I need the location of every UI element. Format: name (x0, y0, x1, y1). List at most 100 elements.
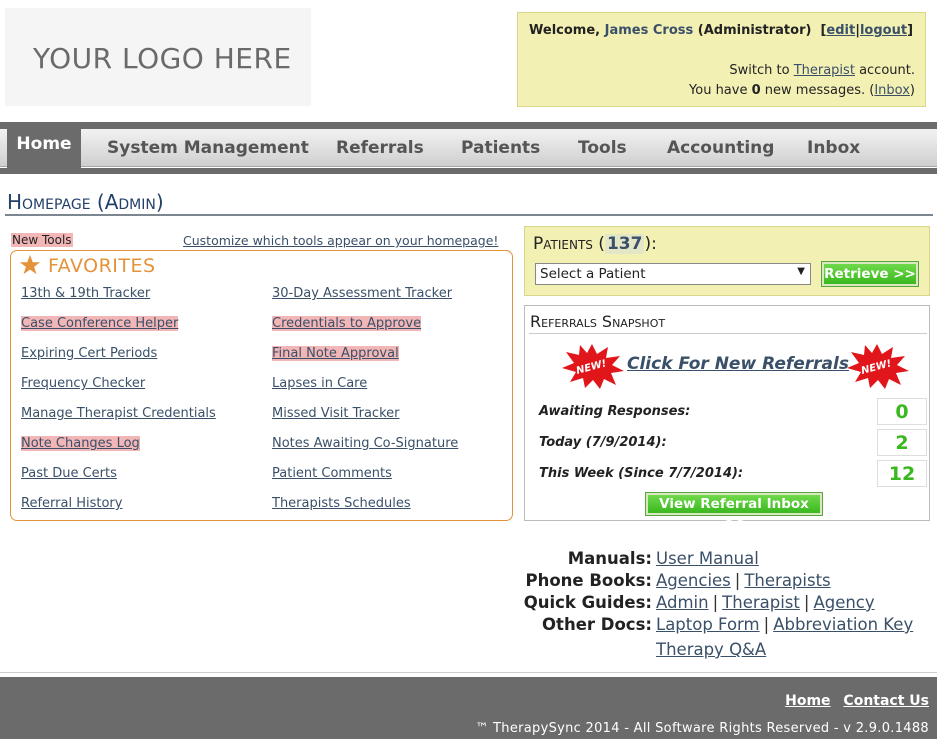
abbreviation-key-link[interactable]: Abbreviation Key (773, 615, 913, 634)
star-icon (19, 254, 41, 275)
manuals-label: Manuals: (567, 549, 652, 568)
phone-books-label: Phone Books: (525, 571, 653, 590)
footer-contact-link[interactable]: Contact Us (843, 693, 929, 709)
tool-link[interactable]: Note Changes Log (21, 436, 140, 451)
nav-inbox[interactable]: Inbox (807, 138, 860, 158)
referral-row-label: This Week (Since 7/7/2014): (539, 466, 744, 481)
favorites-panel: FAVORITES 13th & 19th Tracker Case Confe… (10, 250, 513, 521)
logout-link[interactable]: logout (860, 23, 907, 38)
link-separator: | (803, 593, 810, 612)
quick-guides-links: Admin | Therapist | Agency (656, 593, 875, 612)
therapist-guide-link[interactable]: Therapist (722, 593, 800, 612)
tool-link[interactable]: Patient Comments (272, 466, 392, 481)
welcome-panel: Welcome, James Cross (Administrator) [ed… (517, 12, 926, 107)
welcome-line: Welcome, James Cross (Administrator) [ed… (529, 23, 914, 38)
referral-row-count: 0 (877, 398, 927, 425)
manuals-links: User Manual (656, 549, 759, 568)
switch-therapist-link[interactable]: Therapist (794, 63, 855, 78)
link-separator: | (734, 571, 741, 590)
dropdown-arrow-icon: ▼ (797, 266, 805, 277)
copyright-text: ™ TherapySync 2014 - All Software Rights… (475, 721, 929, 736)
messages-line: You have 0 new messages. (Inbox) (689, 83, 915, 98)
tool-link[interactable]: Case Conference Helper (21, 316, 179, 331)
tool-link[interactable]: Therapists Schedules (272, 496, 411, 511)
quick-guides-label: Quick Guides: (523, 593, 652, 612)
switch-account-line: Switch to Therapist account. (729, 63, 915, 78)
agency-guide-link[interactable]: Agency (813, 593, 874, 612)
new-tools-legend: New Tools (11, 233, 73, 247)
therapists-link[interactable]: Therapists (744, 571, 830, 590)
new-burst-icon: NEW! (847, 344, 909, 389)
agencies-link[interactable]: Agencies (656, 571, 731, 590)
tool-link[interactable]: Final Note Approval (272, 346, 399, 361)
nav-home-tab[interactable]: Home (7, 124, 81, 168)
page-title: Homepage (Admin) (7, 190, 164, 214)
link-separator: | (712, 593, 719, 612)
link-separator: | (763, 615, 770, 634)
patients-heading: Patients (137): (533, 234, 657, 254)
admin-guide-link[interactable]: Admin (656, 593, 709, 612)
referrals-snapshot-panel: Referrals Snapshot NEW! Click For New Re… (524, 305, 930, 530)
other-docs-label: Other Docs: (542, 615, 652, 634)
nav-patients[interactable]: Patients (461, 138, 540, 158)
switch-suffix: account. (859, 63, 915, 78)
tool-link[interactable]: Notes Awaiting Co-Signature (272, 436, 458, 451)
tool-link[interactable]: Lapses in Care (272, 376, 367, 391)
retrieve-button[interactable]: Retrieve >> (821, 261, 919, 287)
therapy-qa-link[interactable]: Therapy Q&A (656, 640, 766, 659)
user-name: James Cross (604, 23, 694, 38)
customize-tools-link[interactable]: Customize which tools appear on your hom… (183, 233, 498, 248)
logo-area: YOUR LOGO HERE (5, 8, 311, 106)
nav-tools[interactable]: Tools (578, 138, 627, 158)
nav-accounting[interactable]: Accounting (667, 138, 774, 158)
messages-prefix: You have (689, 83, 748, 98)
nav-referrals[interactable]: Referrals (336, 138, 424, 158)
switch-prefix: Switch to (729, 63, 790, 78)
footer-home-link[interactable]: Home (785, 693, 830, 709)
referral-row-label: Awaiting Responses: (539, 404, 691, 419)
nav-bottom-strip (0, 168, 937, 174)
referrals-title-divider (529, 333, 927, 334)
tool-link[interactable]: Missed Visit Tracker (272, 406, 400, 421)
other-docs-links-cont: Therapy Q&A (656, 640, 766, 659)
tool-link[interactable]: Frequency Checker (21, 376, 145, 391)
view-referral-inbox-button[interactable]: View Referral Inbox >> (645, 492, 823, 530)
tool-link[interactable]: 30-Day Assessment Tracker (272, 286, 452, 301)
laptop-form-link[interactable]: Laptop Form (656, 615, 760, 634)
logo-text: YOUR LOGO HERE (33, 42, 292, 75)
referral-row-count: 12 (877, 460, 927, 487)
messages-count: 0 (751, 83, 761, 98)
user-manual-link[interactable]: User Manual (656, 549, 759, 568)
patient-select[interactable]: Select a Patient ▼ (535, 263, 811, 285)
click-new-referrals-link[interactable]: Click For New Referrals (627, 354, 849, 374)
tool-link[interactable]: Manage Therapist Credentials (21, 406, 216, 421)
title-divider (5, 214, 933, 216)
referrals-snapshot-title: Referrals Snapshot (530, 312, 666, 331)
nav-top-strip (0, 122, 937, 129)
welcome-prefix: Welcome, (529, 23, 601, 38)
new-burst-icon: NEW! (562, 344, 624, 389)
footer-links: Home Contact Us (777, 693, 929, 709)
messages-suffix: new messages. ( (764, 83, 875, 98)
patient-select-value: Select a Patient (540, 266, 646, 282)
referral-row-label: Today (7/9/2014): (539, 435, 667, 450)
phone-books-links: Agencies | Therapists (656, 571, 831, 590)
tool-link[interactable]: Expiring Cert Periods (21, 346, 157, 361)
tool-link[interactable]: 13th & 19th Tracker (21, 286, 150, 301)
messages-close: ) (909, 83, 915, 98)
patients-count: 137 (604, 234, 645, 254)
favorites-title: FAVORITES (48, 255, 156, 277)
inbox-link[interactable]: Inbox (874, 83, 910, 98)
other-docs-links: Laptop Form | Abbreviation Key (656, 615, 913, 634)
edit-link[interactable]: edit (826, 23, 855, 38)
footer: Home Contact Us ™ TherapySync 2014 - All… (0, 677, 937, 739)
nav-system-management[interactable]: System Management (107, 138, 309, 158)
patients-panel: Patients (137): Select a Patient ▼ Retri… (524, 226, 930, 296)
patients-label: Patients (533, 234, 593, 254)
user-role: (Administrator) (697, 23, 812, 38)
tool-link[interactable]: Past Due Certs (21, 466, 117, 481)
footer-divider (0, 672, 937, 673)
referral-row-count: 2 (877, 429, 927, 456)
tool-link[interactable]: Credentials to Approve (272, 316, 422, 331)
tool-link[interactable]: Referral History (21, 496, 122, 511)
